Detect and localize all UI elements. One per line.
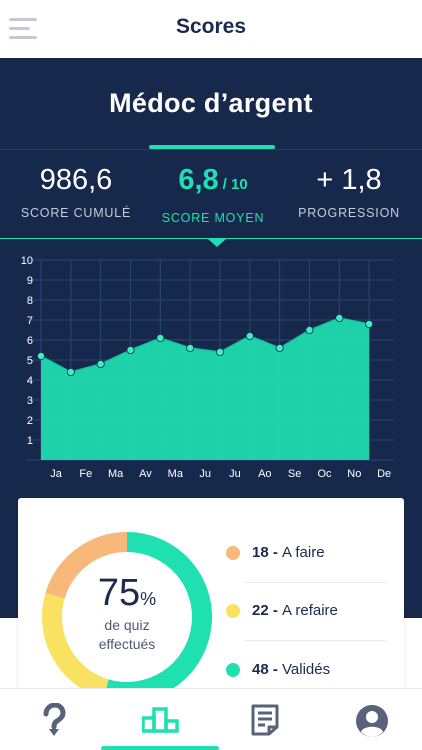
legend-text: 22 - A refaire [252,602,338,619]
nav-documents[interactable] [212,689,318,750]
legend-count: 18 [252,544,269,561]
data-point [156,334,165,343]
y-tick-label: 3 [27,395,33,407]
stat-value: 986,6 [39,164,113,196]
x-tick-label: Ju [229,468,241,480]
nav-quiz[interactable] [0,689,106,750]
page-title: Scores [175,15,247,38]
score-area [41,318,370,460]
divider [244,582,386,583]
y-tick-label: 5 [27,355,33,367]
x-tick-label: Se [288,468,301,480]
data-point [275,344,284,353]
stat-main-value: 6,8 [178,164,219,196]
level-title: Médoc d’argent [109,88,313,118]
stat-suffix: / 10 [222,176,248,193]
x-tick-label: Oc [317,468,332,480]
active-tab-indicator [101,746,219,750]
legend-text: 18 - A faire [252,544,325,561]
y-tick-label: 4 [27,375,33,387]
y-tick-label: 6 [27,335,33,347]
document-icon [251,704,279,736]
bottom-nav [0,688,422,750]
nav-scores[interactable] [106,689,212,750]
legend-dot [226,604,240,618]
y-tick-label: 10 [21,255,33,267]
percent-value: 75 [97,572,141,614]
legend-item-a-faire[interactable]: 18 - A faire [224,538,374,568]
question-mark-icon [43,703,66,736]
data-point [245,332,254,341]
data-point [37,352,46,361]
divider [244,640,386,641]
legend-item-a-refaire[interactable]: 22 - A refaire [224,596,374,626]
caption-line: effectués [98,636,156,652]
y-tick-label: 2 [27,415,33,427]
data-point [215,348,224,357]
score-area-chart: 1 2 3 4 5 6 7 8 9 10 Ja Fe Ma Av Ma Ju Ju Ao Se Oc No De [21,255,393,480]
stat-value: 6,8/ 10 [150,162,276,203]
caption-line: de quiz [104,617,150,633]
percent-sign: % [140,589,157,609]
legend-count: 48 [252,661,269,678]
data-point [365,320,374,329]
x-tick-label: Ao [258,468,271,480]
podium-icon [142,707,179,733]
x-tick-label: Ja [50,468,63,480]
stat-progression: + 1,8 PROGRESSION [290,162,408,220]
y-tick-label: 8 [27,295,33,307]
stat-average-score[interactable]: 6,8/ 10 SCORE MOYEN [150,162,276,225]
stat-label: SCORE CUMULÉ [20,206,132,220]
stat-cumulative-score: 986,6 SCORE CUMULÉ [14,162,138,220]
top-bar: Scores [0,0,422,58]
x-tick-label: Ju [199,468,211,480]
stat-value: + 1,8 [316,164,382,196]
stat-label: PROGRESSION [298,206,400,220]
data-point [335,314,344,323]
x-tick-label: Ma [168,468,184,480]
x-tick-label: Fe [79,468,92,480]
x-tick-label: Av [139,468,152,480]
legend-text: 48 - Validés [252,661,331,678]
legend-label: Validés [282,661,331,678]
x-tick-label: Ma [108,468,124,480]
y-tick-label: 1 [27,435,33,447]
y-tick-label: 9 [27,275,33,287]
user-profile-icon [356,705,388,737]
donut-caption: de quiz effectués [72,616,182,654]
data-point [66,368,75,377]
legend-dot [226,546,240,560]
data-point [126,346,135,355]
selected-stat-pointer-icon [208,239,226,247]
legend-label: A faire [282,544,325,561]
legend-item-valides[interactable]: 48 - Validés [224,655,374,685]
y-tick-label: 7 [27,315,33,327]
x-tick-label: No [347,468,361,480]
divider [0,149,422,150]
legend-count: 22 [252,602,269,619]
donut-percentage: 75% [72,572,182,615]
data-point [186,344,195,353]
legend-dot [226,663,240,677]
x-tick-label: De [377,468,391,480]
nav-profile[interactable] [318,689,422,750]
data-point [96,360,105,369]
stat-label: SCORE MOYEN [161,211,265,225]
data-point [305,326,314,335]
legend-label: A refaire [282,602,338,619]
